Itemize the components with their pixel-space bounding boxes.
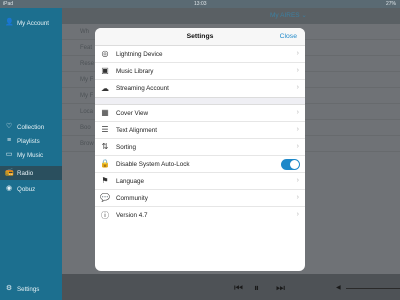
sidebar-item-collection[interactable]: ♡ Collection xyxy=(0,120,62,134)
setting-label: Community xyxy=(116,194,148,202)
sidebar-item-label: Playlists xyxy=(17,137,40,145)
settings-modal: Settings Close ◎ Lightning Device › ▣ Mu… xyxy=(95,28,305,271)
user-icon: 👤 xyxy=(5,19,14,26)
setting-text-alignment[interactable]: ☰ Text Alignment › xyxy=(95,122,305,139)
setting-label: Sorting xyxy=(116,143,136,151)
close-button[interactable]: Close xyxy=(280,33,297,40)
volume-slider[interactable] xyxy=(346,288,400,289)
lock-icon: 🔒 xyxy=(100,159,110,168)
cloud-icon: ☁ xyxy=(101,83,109,93)
setting-lightning-device[interactable]: ◎ Lightning Device › xyxy=(95,46,305,63)
volume-icon: ◀ xyxy=(336,285,341,291)
sidebar-item-account[interactable]: 👤 My Account xyxy=(0,16,62,30)
pause-icon[interactable]: ⏸ xyxy=(254,283,259,294)
info-icon: ⓘ xyxy=(101,210,109,220)
chevron-right-icon: › xyxy=(296,126,299,133)
player-bar xyxy=(62,274,400,300)
setting-music-library[interactable]: ▣ Music Library › xyxy=(95,63,305,80)
sidebar-item-label: My Music xyxy=(17,151,44,159)
next-icon[interactable]: ⏭ xyxy=(276,283,285,294)
carrier-label: iPad xyxy=(3,1,14,7)
sidebar-item-label: Qobuz xyxy=(17,185,36,193)
settings-group-display: ▦ Cover View › ☰ Text Alignment › ⇅ Sort… xyxy=(95,105,305,224)
modal-title: Settings xyxy=(186,33,214,40)
folder-icon: ▭ xyxy=(5,151,13,158)
setting-streaming-account[interactable]: ☁ Streaming Account › xyxy=(95,80,305,97)
sidebar: 👤 My Account ♡ Collection ≡ Playlists ▭ … xyxy=(0,8,62,300)
section-divider xyxy=(95,97,305,105)
chevron-right-icon: › xyxy=(296,177,299,184)
sidebar-item-label: Radio xyxy=(17,169,34,177)
sidebar-item-playlists[interactable]: ≡ Playlists xyxy=(0,134,62,148)
setting-language[interactable]: ⚑ Language › xyxy=(95,173,305,190)
toggle-knob xyxy=(290,160,299,169)
sidebar-item-label: Settings xyxy=(17,285,40,293)
chevron-right-icon: › xyxy=(296,67,299,74)
auto-lock-toggle[interactable] xyxy=(281,159,300,170)
background-header xyxy=(62,8,400,24)
battery-label: 27% xyxy=(385,1,396,7)
setting-sorting[interactable]: ⇅ Sorting › xyxy=(95,139,305,156)
setting-label: Text Alignment xyxy=(116,126,157,134)
modal-header: Settings Close xyxy=(95,28,305,46)
align-icon: ☰ xyxy=(101,125,109,134)
flag-icon: ⚑ xyxy=(101,176,109,185)
qobuz-icon: ◉ xyxy=(5,185,13,192)
previous-icon[interactable]: ⏮ xyxy=(234,283,243,294)
setting-cover-view[interactable]: ▦ Cover View › xyxy=(95,105,305,122)
sidebar-item-label: My Account xyxy=(17,19,49,27)
sort-icon: ⇅ xyxy=(101,142,109,151)
status-bar: iPad 13:03 27% xyxy=(0,0,400,8)
setting-auto-lock: 🔒 Disable System Auto-Lock xyxy=(95,156,305,173)
chevron-right-icon: › xyxy=(296,211,299,218)
radio-icon: 📻 xyxy=(5,169,14,176)
playlist-icon: ≡ xyxy=(6,137,12,144)
settings-group-devices: ◎ Lightning Device › ▣ Music Library › ☁… xyxy=(95,46,305,97)
setting-label: Version 4.7 xyxy=(116,212,148,219)
chevron-right-icon: › xyxy=(296,50,299,57)
setting-label: Streaming Account xyxy=(116,85,169,92)
sidebar-item-qobuz[interactable]: ◉ Qobuz xyxy=(0,182,62,196)
gear-icon: ⚙ xyxy=(5,285,13,292)
sidebar-item-mymusic[interactable]: ▭ My Music xyxy=(0,148,62,162)
background-title: My AIRES ⌄ xyxy=(270,12,307,19)
sidebar-item-settings[interactable]: ⚙ Settings xyxy=(0,282,62,296)
heart-icon: ♡ xyxy=(5,123,13,130)
music-library-icon: ▣ xyxy=(101,66,109,75)
chevron-right-icon: › xyxy=(296,109,299,116)
sidebar-item-label: Collection xyxy=(17,123,45,131)
chevron-right-icon: › xyxy=(296,143,299,150)
setting-label: Cover View xyxy=(116,109,149,117)
setting-community[interactable]: 💬 Community › xyxy=(95,190,305,207)
antenna-icon: ◎ xyxy=(101,49,109,58)
sidebar-item-radio[interactable]: 📻 Radio xyxy=(0,166,62,180)
setting-label: Lightning Device xyxy=(116,50,163,58)
chat-icon: 💬 xyxy=(100,193,110,202)
chevron-right-icon: › xyxy=(296,84,299,91)
setting-label: Music Library xyxy=(116,67,154,75)
grid-icon: ▦ xyxy=(101,108,109,117)
setting-label: Disable System Auto-Lock xyxy=(116,160,190,168)
clock: 13:03 xyxy=(194,1,207,7)
setting-version[interactable]: ⓘ Version 4.7 › xyxy=(95,207,305,224)
setting-label: Language xyxy=(116,177,145,185)
chevron-right-icon: › xyxy=(296,194,299,201)
